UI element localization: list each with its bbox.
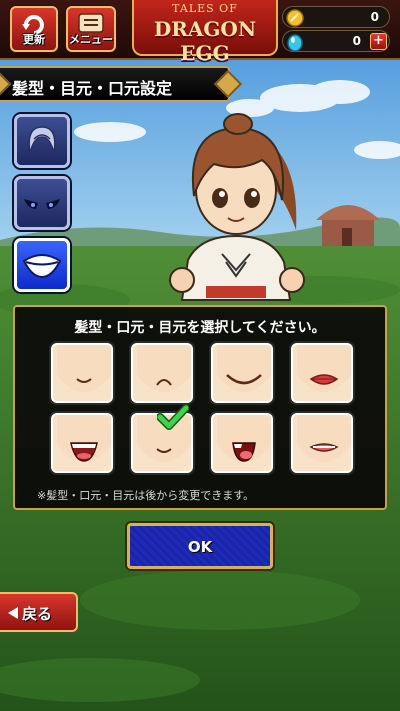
mouth-open-laugh-icon: [57, 415, 111, 462]
logo-line1: TALES OF: [172, 2, 238, 15]
game-logo: TALES OF DRAGON EGG: [132, 0, 278, 65]
mouth-icon: [22, 254, 62, 279]
selection-prompt: 髪型・口元・目元を選択してください。: [74, 320, 326, 336]
tab-hair[interactable]: [14, 114, 70, 168]
mouth-lips-icon: [297, 345, 351, 392]
mouth-option-1[interactable]: [51, 343, 113, 403]
add-gem-button[interactable]: +: [370, 33, 387, 50]
logo-line2: DRAGON EGG: [153, 17, 257, 65]
tab-mouth[interactable]: [14, 238, 70, 292]
screen-title-banner: 髪型・目元・口元設定: [0, 66, 243, 102]
back-arrow-icon: [8, 607, 18, 619]
coin-icon: [286, 9, 304, 27]
refresh-button[interactable]: 更新: [10, 6, 58, 52]
mouth-grimace-icon: [297, 415, 351, 462]
change-later-note: ※髪型・口元・目元は後から変更できます。: [37, 489, 255, 502]
mouth-tongue-icon: [217, 415, 271, 462]
top-bar: 更新 メニュー TALES OF DRAGON EGG 0 0 +: [0, 0, 400, 65]
ok-button-label: OK: [187, 538, 213, 556]
banner-ornament-left: [0, 72, 12, 96]
menu-button[interactable]: メニュー: [66, 6, 116, 52]
gem-icon: [287, 34, 303, 52]
mouth-option-8[interactable]: [291, 413, 353, 473]
ok-button[interactable]: OK: [127, 523, 273, 569]
gem-counter: 0 +: [282, 30, 390, 52]
mouth-option-3[interactable]: [211, 343, 273, 403]
mouth-smile-small-icon: [57, 345, 111, 392]
coin-count: 0: [370, 10, 379, 24]
eyes-icon: [24, 199, 60, 209]
mouth-frown-icon: [137, 345, 191, 392]
mouth-selection-panel: 髪型・口元・目元を選択してください。 ※髪型・口元・目元は後から変更できます。: [13, 305, 387, 510]
mouth-option-5[interactable]: [51, 413, 113, 473]
hair-icon: [28, 126, 56, 154]
mouth-option-4[interactable]: [291, 343, 353, 403]
page-title: 髪型・目元・口元設定: [12, 79, 173, 98]
mouth-wide-smile-icon: [217, 345, 271, 392]
selected-check-icon: [157, 404, 189, 430]
menu-label: メニュー: [69, 33, 113, 46]
gem-count: 0: [352, 34, 361, 48]
tab-eyes[interactable]: [14, 176, 70, 230]
mouth-option-2[interactable]: [131, 343, 193, 403]
mouth-option-7[interactable]: [211, 413, 273, 473]
back-button-label: 戻る: [22, 605, 53, 623]
refresh-label: 更新: [23, 33, 45, 46]
coin-counter: 0: [282, 6, 390, 28]
back-button[interactable]: 戻る: [0, 592, 78, 632]
